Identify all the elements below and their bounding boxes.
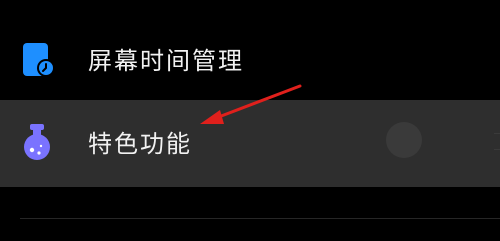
- edge-tick: [494, 149, 500, 150]
- list-item-label: 特色功能: [88, 130, 192, 158]
- list-item-screen-time[interactable]: 屏幕时间管理: [0, 22, 500, 100]
- touch-ripple: [386, 122, 422, 158]
- list-item-special-features[interactable]: 特色功能: [0, 100, 500, 187]
- list-item-label: 屏幕时间管理: [88, 47, 244, 75]
- potion-flask-icon: [18, 122, 58, 162]
- edge-tick: [494, 133, 500, 134]
- hourglass-phone-icon: [18, 41, 58, 81]
- settings-screen: 屏幕时间管理 特色功能: [0, 0, 500, 241]
- divider: [20, 218, 500, 219]
